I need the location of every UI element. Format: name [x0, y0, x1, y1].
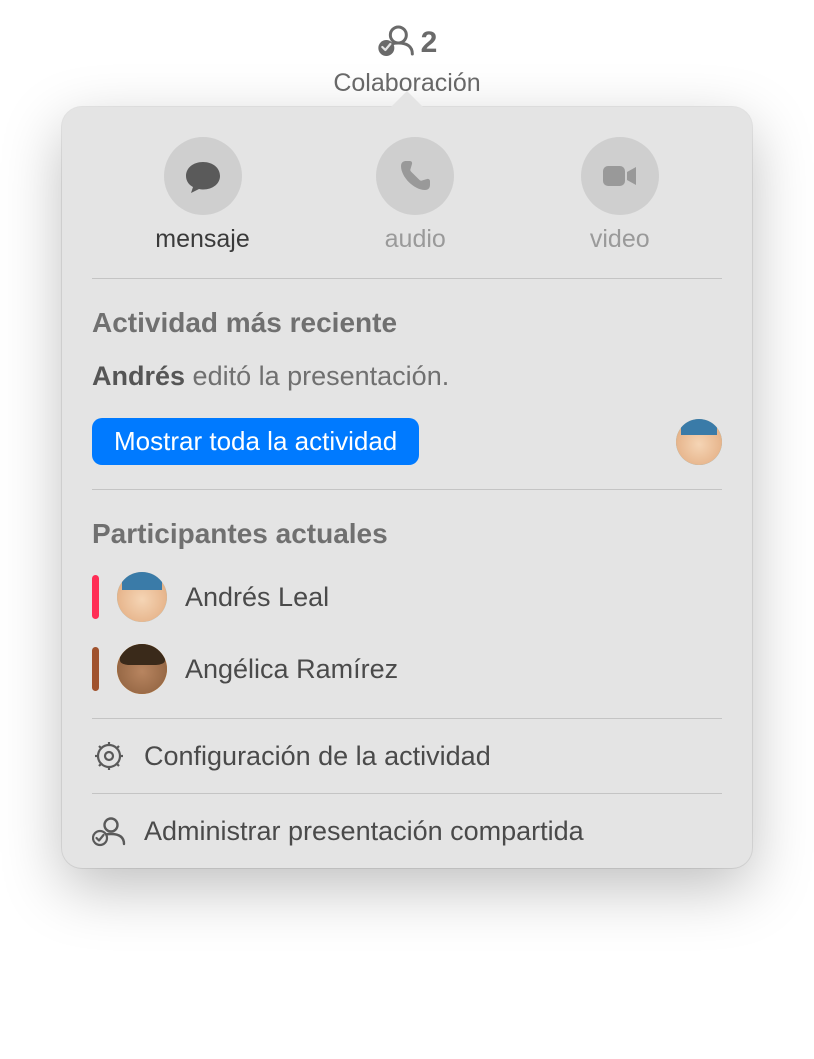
gear-badge-icon: [92, 739, 126, 773]
participants-title: Participantes actuales: [92, 518, 722, 550]
show-all-activity-button[interactable]: Mostrar toda la actividad: [92, 418, 419, 465]
avatar: [117, 572, 167, 622]
memoji-icon: [117, 572, 167, 622]
collaboration-toolbar-button[interactable]: 2 Colaboración: [333, 20, 480, 98]
presence-indicator: [92, 575, 99, 619]
audio-button[interactable]: audio: [376, 137, 454, 254]
recent-activity-title: Actividad más reciente: [92, 307, 722, 339]
collaboration-count: 2: [421, 26, 438, 60]
collaboration-icon: [377, 20, 417, 65]
message-button[interactable]: mensaje: [155, 137, 250, 254]
message-label: mensaje: [155, 225, 250, 254]
audio-label: audio: [385, 225, 446, 254]
participant-name: Andrés Leal: [185, 582, 329, 613]
participant-row[interactable]: Angélica Ramírez: [92, 644, 722, 694]
communication-row: mensaje audio video: [62, 107, 752, 278]
presence-indicator: [92, 647, 99, 691]
activity-entry: Andrés editó la presentación.: [92, 361, 722, 392]
recent-activity-section: Actividad más reciente Andrés editó la p…: [62, 279, 752, 489]
collaboration-popover: mensaje audio video Actividad más: [62, 107, 752, 868]
activity-settings-button[interactable]: Configuración de la actividad: [62, 719, 752, 793]
video-label: video: [590, 225, 650, 254]
manage-shared-label: Administrar presentación compartida: [144, 816, 584, 847]
manage-shared-button[interactable]: Administrar presentación compartida: [62, 794, 752, 868]
show-all-row: Mostrar toda la actividad: [92, 418, 722, 465]
editor-avatar[interactable]: [676, 419, 722, 465]
memoji-icon: [676, 419, 722, 465]
video-icon: [581, 137, 659, 215]
person-check-icon: [92, 814, 126, 848]
activity-action: editó la presentación.: [193, 361, 450, 391]
participant-name: Angélica Ramírez: [185, 654, 398, 685]
memoji-icon: [117, 644, 167, 694]
avatar: [117, 644, 167, 694]
activity-actor: Andrés: [92, 361, 185, 391]
participants-section: Participantes actuales Andrés Leal Angél…: [62, 490, 752, 718]
activity-settings-label: Configuración de la actividad: [144, 741, 491, 772]
phone-icon: [376, 137, 454, 215]
participant-row[interactable]: Andrés Leal: [92, 572, 722, 622]
message-icon: [164, 137, 242, 215]
video-button[interactable]: video: [581, 137, 659, 254]
collaboration-icon-wrap: 2: [377, 20, 438, 65]
